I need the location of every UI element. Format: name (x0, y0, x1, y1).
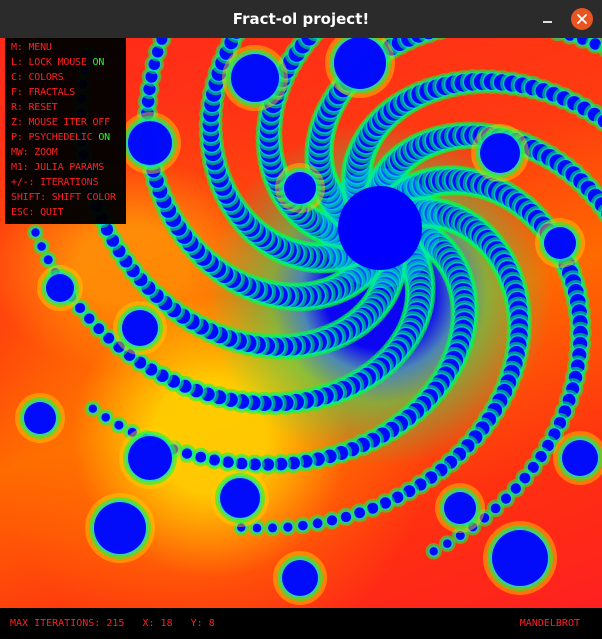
fractal-texture (122, 310, 158, 346)
fractal-texture (326, 515, 338, 526)
fractal-texture (284, 172, 316, 204)
fractal-texture (500, 493, 512, 504)
fractal-texture (88, 404, 98, 413)
menu-item-julia-params: M1: JULIA PARAMS (11, 162, 105, 173)
window-title: Fract-ol project! (232, 10, 370, 28)
fractal-texture (354, 507, 365, 519)
fractal-texture (252, 523, 262, 533)
fractal-texture (490, 503, 501, 514)
fractal-texture (46, 274, 74, 302)
menu-item-psychedelic: P: PSYCHEDELIC ON (11, 132, 110, 143)
fractal-name: MANDELBROT (519, 618, 580, 629)
status-info: MAX ITERATIONS: 215 X: 18 Y: 8 (10, 618, 215, 629)
iterations-value: 215 (106, 618, 125, 629)
minimize-button[interactable] (536, 8, 558, 30)
fractal-texture (222, 456, 234, 468)
fractal-texture (444, 492, 476, 524)
lock-mouse-state: ON (92, 57, 105, 68)
fractal-texture (544, 227, 576, 259)
fractal-texture (208, 454, 220, 466)
fractal-texture (181, 448, 193, 459)
psychedelic-state: ON (98, 132, 110, 143)
menu-item-zoom: MW: ZOOM (11, 147, 58, 158)
fractal-texture (24, 402, 56, 434)
menu-item-quit: ESC: QUIT (11, 207, 64, 218)
fractal-texture (268, 523, 278, 533)
menu-item-shift-color: SHIFT: SHIFT COLOR (11, 192, 116, 203)
close-icon (577, 14, 587, 24)
close-button[interactable] (571, 8, 593, 30)
fractal-texture (101, 413, 110, 422)
menu-item-mouse-iter: Z: MOUSE ITER OFF (11, 117, 110, 128)
fractal-texture (443, 539, 452, 548)
fractal-texture (312, 518, 323, 529)
menu-item-iterations: +/-: ITERATIONS (11, 177, 99, 188)
fractal-texture (562, 440, 598, 476)
menu-item-colors: C: COLORS (11, 72, 64, 83)
fractal-texture (37, 242, 46, 251)
x-label: X: (142, 618, 155, 629)
fractal-texture (43, 255, 53, 265)
fractal-texture (338, 186, 422, 270)
fractal-texture (114, 420, 124, 430)
menu-item-menu: M: MENU (11, 42, 52, 53)
menu-item-reset: R: RESET (11, 102, 58, 113)
fractal-texture (231, 54, 279, 102)
y-label: Y: (190, 618, 203, 629)
fractal-texture (128, 436, 172, 480)
x-value: 18 (160, 618, 173, 629)
menu-item-fractals: F: FRACTALS (11, 87, 76, 98)
fractal-texture (283, 522, 293, 532)
menu-item-lock-mouse: L: LOCK MOUSE ON (11, 57, 105, 68)
fractal-texture (195, 451, 207, 463)
fractal-texture (334, 38, 386, 89)
status-bar: MAX ITERATIONS: 215 X: 18 Y: 8 MANDELBRO… (0, 608, 602, 639)
fractal-texture (220, 478, 260, 518)
fractal-texture (298, 520, 308, 531)
fractal-texture (128, 121, 172, 165)
minimize-icon (542, 21, 552, 23)
y-value: 8 (208, 618, 215, 629)
fractal-texture (94, 502, 146, 554)
fractal-texture (31, 228, 40, 237)
fractal-texture (75, 302, 86, 314)
help-menu: M: MENU L: LOCK MOUSE ON C: COLORS F: FR… (5, 38, 126, 224)
fractal-texture (492, 530, 548, 586)
fractal-texture (340, 511, 352, 523)
fractal-texture (429, 547, 438, 556)
window-titlebar[interactable]: Fract-ol project! (0, 0, 602, 39)
fractal-texture (282, 560, 318, 596)
iterations-label: MAX ITERATIONS: (10, 618, 101, 629)
fractal-texture (480, 133, 520, 173)
